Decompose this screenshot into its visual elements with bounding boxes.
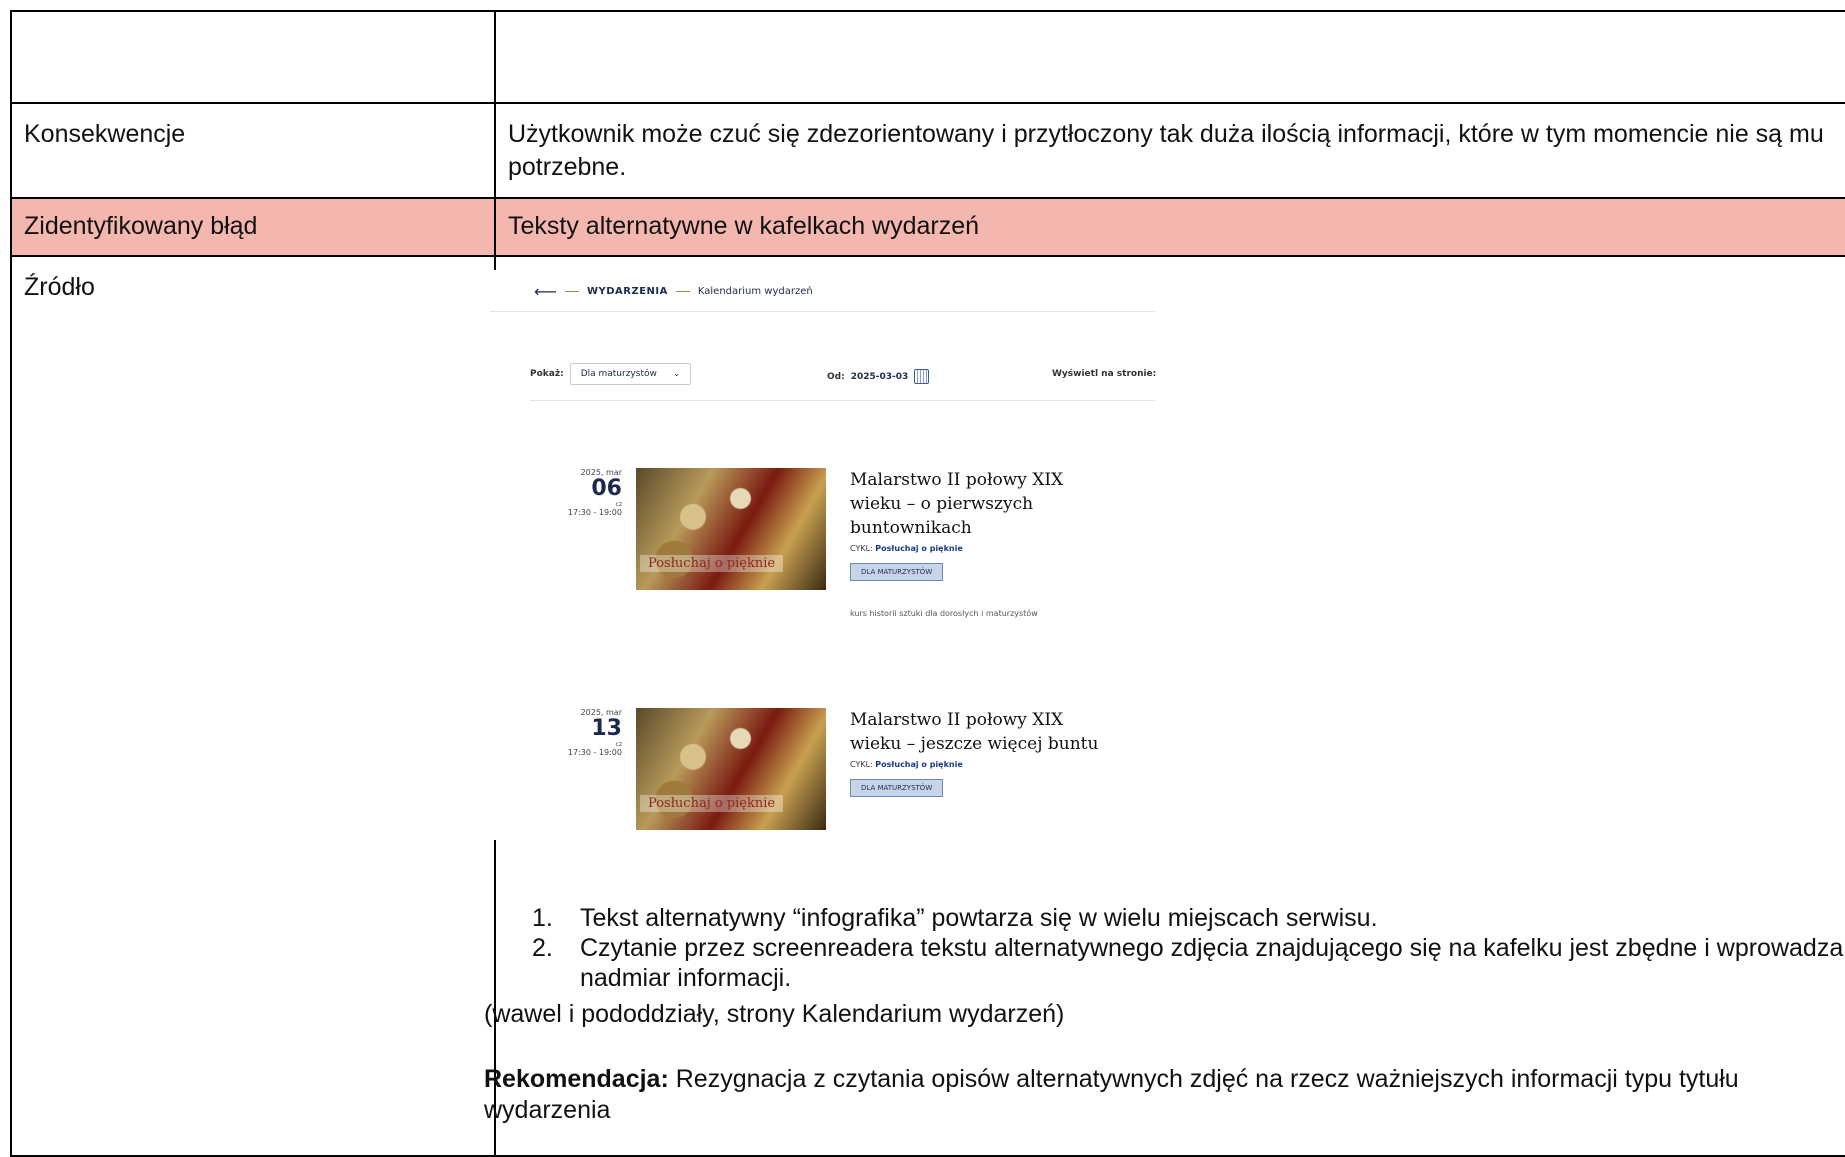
consequences-row: Konsekwencje Użytkownik może czuć się zd…	[10, 102, 1845, 199]
event-description: kurs historii sztuki dla dorosłych i mat…	[850, 609, 1038, 618]
breadcrumb-section[interactable]: WYDARZENIA	[587, 286, 668, 297]
chevron-down-icon: ⌄	[672, 369, 681, 379]
event-day: 13	[591, 716, 622, 741]
findings-list: 1. Tekst alternatywny “infografika” powt…	[482, 903, 1845, 993]
error-text: Teksty alternatywne w kafelkach wydarzeń	[494, 197, 1845, 257]
date-filter: Od: 2025-03-03	[827, 369, 930, 384]
event-image-caption: Posłuchaj o pięknie	[640, 795, 784, 812]
show-filter-label: Pokaż:	[530, 369, 564, 379]
event-image[interactable]: Posłuchaj o pięknie	[636, 708, 826, 830]
finding-number: 1.	[532, 904, 553, 932]
finding-item: 2. Czytanie przez screenreadera tekstu a…	[482, 933, 1845, 993]
empty-value-cell	[494, 10, 1845, 104]
event-date: 2025, mar 06 cz 17:30 - 19:00	[526, 468, 622, 517]
event-cycle-name[interactable]: Posłuchaj o pięknie	[875, 544, 963, 553]
date-filter-value[interactable]: 2025-03-03	[851, 372, 909, 382]
event-title[interactable]: Malarstwo II połowy XIX wieku – jeszcze …	[850, 708, 1110, 756]
event-tag[interactable]: DLA MATURZYSTÓW	[850, 779, 944, 797]
event-weekday: cz	[615, 741, 622, 748]
show-filter-value: Dla maturzystów	[580, 369, 657, 379]
event-cycle: CYKL: Posłuchaj o pięknie	[850, 760, 1110, 769]
event-day: 06	[591, 476, 622, 501]
filter-divider	[530, 400, 1155, 401]
empty-row	[10, 10, 1845, 104]
event-cycle-label: CYKL:	[850, 760, 873, 769]
breadcrumb-divider	[564, 291, 579, 292]
scope-note: (wawel i pododdziały, strony Kalendarium…	[484, 1000, 1065, 1028]
event-cycle-name[interactable]: Posłuchaj o pięknie	[875, 760, 963, 769]
finding-number: 2.	[532, 934, 553, 962]
event-tag[interactable]: DLA MATURZYSTÓW	[850, 563, 944, 581]
event-image-caption: Posłuchaj o pięknie	[640, 555, 784, 572]
empty-label-cell	[10, 10, 496, 104]
recommendation-text: Rezygnacja z czytania opisów alternatywn…	[484, 1065, 1739, 1124]
calendar-icon[interactable]	[914, 369, 930, 384]
consequences-label: Konsekwencje	[10, 102, 496, 199]
show-filter: Pokaż: Dla maturzystów ⌄	[530, 363, 692, 385]
finding-text: Tekst alternatywny “infografika” powtarz…	[580, 904, 1378, 932]
identified-error-row: Zidentyfikowany błąd Teksty alternatywne…	[10, 197, 1845, 257]
event-time: 17:30 - 19:00	[567, 748, 622, 757]
source-label: Źródło	[10, 255, 496, 1157]
breadcrumb-divider	[675, 291, 690, 292]
event-info: Malarstwo II połowy XIX wieku – jeszcze …	[850, 708, 1110, 797]
event-cycle-label: CYKL:	[850, 544, 873, 553]
per-page-label: Wyświetl na stronie:	[1052, 369, 1157, 379]
finding-text: Czytanie przez screenreadera tekstu alte…	[580, 934, 1844, 992]
event-date: 2025, mar 13 cz 17:30 - 19:00	[526, 708, 622, 757]
recommendation: Rekomendacja: Rezygnacja z czytania opis…	[484, 1064, 1824, 1126]
recommendation-label: Rekomendacja:	[484, 1065, 669, 1093]
event-image[interactable]: Posłuchaj o pięknie	[636, 468, 826, 590]
event-cycle: CYKL: Posłuchaj o pięknie	[850, 544, 1110, 553]
events-calendar-screenshot: ⟵ WYDARZENIA Kalendarium wydarzeń Pokaż:…	[490, 270, 1190, 840]
event-time: 17:30 - 19:00	[567, 508, 622, 517]
show-filter-select[interactable]: Dla maturzystów ⌄	[569, 363, 692, 385]
header-divider	[490, 311, 1155, 312]
breadcrumb: ⟵ WYDARZENIA Kalendarium wydarzeń	[534, 282, 813, 301]
event-info: Malarstwo II połowy XIX wieku – o pierws…	[850, 468, 1110, 618]
event-title[interactable]: Malarstwo II połowy XIX wieku – o pierws…	[850, 468, 1110, 540]
date-filter-label: Od:	[827, 371, 845, 382]
error-label: Zidentyfikowany błąd	[10, 197, 496, 257]
arrow-left-icon[interactable]: ⟵	[534, 282, 557, 301]
finding-item: 1. Tekst alternatywny “infografika” powt…	[482, 903, 1845, 933]
per-page-filter: Wyświetl na stronie:	[1052, 369, 1156, 379]
consequences-text: Użytkownik może czuć się zdezorientowany…	[494, 102, 1845, 199]
event-weekday: cz	[615, 501, 622, 508]
breadcrumb-page: Kalendarium wydarzeń	[697, 286, 813, 297]
